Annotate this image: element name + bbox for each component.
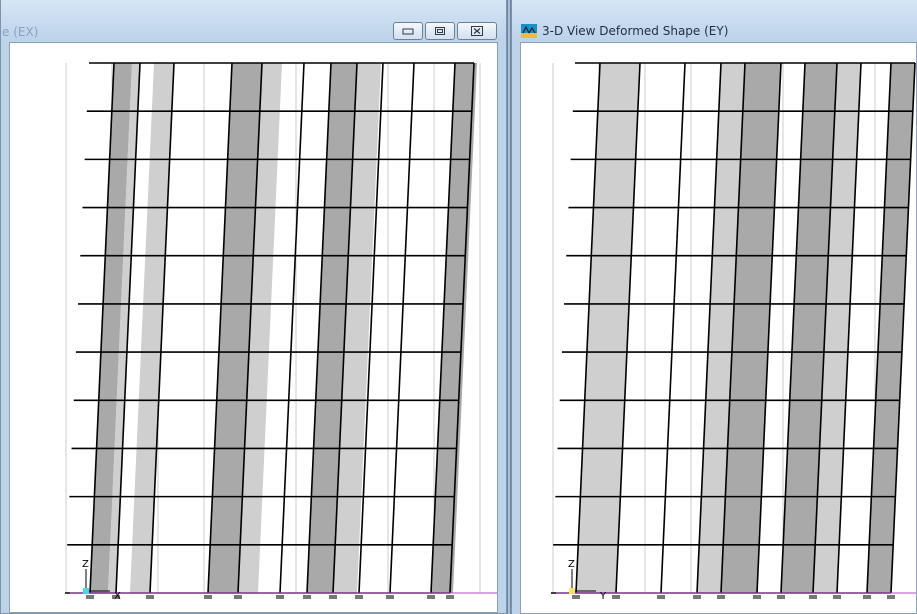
left-window-title: e (EX) xyxy=(2,25,39,39)
support-marker xyxy=(204,595,212,599)
left-window-titlebar[interactable]: e (EX) xyxy=(1,0,506,40)
close-icon xyxy=(458,23,496,39)
support-marker xyxy=(809,595,817,599)
support-marker xyxy=(446,595,454,599)
right-window-title: 3-D View Deformed Shape (EY) xyxy=(542,24,729,38)
close-button[interactable] xyxy=(457,22,497,40)
support-marker xyxy=(887,595,895,599)
app-icon xyxy=(521,23,537,38)
shear-wall xyxy=(867,63,915,593)
support-marker xyxy=(777,595,785,599)
support-marker xyxy=(386,595,394,599)
support-marker xyxy=(146,595,154,599)
right-3d-viewport[interactable]: ZY xyxy=(520,42,917,614)
support-marker xyxy=(276,595,284,599)
axis-label-y: Y xyxy=(599,591,607,602)
right-view-window[interactable]: 3-D View Deformed Shape (EY) ZY xyxy=(511,0,917,614)
support-marker xyxy=(863,595,871,599)
minimize-button[interactable] xyxy=(393,22,423,40)
left-view-window[interactable]: e (EX) ZX xyxy=(0,0,507,614)
column xyxy=(660,62,686,594)
axis-origin xyxy=(83,588,89,594)
support-marker xyxy=(234,595,242,599)
minimize-icon xyxy=(394,23,422,39)
right-window-titlebar[interactable]: 3-D View Deformed Shape (EY) xyxy=(512,0,917,40)
axis-label-z: Z xyxy=(568,559,575,570)
support-marker xyxy=(753,595,761,599)
right-deformed-shape-drawing: ZY xyxy=(551,62,916,602)
support-marker xyxy=(833,595,841,599)
column xyxy=(389,62,415,594)
support-marker xyxy=(572,595,580,599)
support-marker xyxy=(329,595,337,599)
restore-button[interactable] xyxy=(425,22,455,40)
support-marker xyxy=(303,595,311,599)
restore-icon xyxy=(426,23,454,39)
support-marker xyxy=(657,595,665,599)
left-deformed-shape-drawing: ZX xyxy=(65,62,497,602)
axis-origin xyxy=(569,588,575,594)
support-marker xyxy=(693,595,701,599)
column xyxy=(279,62,305,594)
support-marker xyxy=(427,595,435,599)
support-marker xyxy=(355,595,363,599)
support-marker xyxy=(717,595,725,599)
shear-wall xyxy=(576,63,640,593)
support-marker xyxy=(86,595,94,599)
axis-label-x: X xyxy=(114,591,121,602)
left-3d-viewport[interactable]: ZX xyxy=(9,42,498,613)
support-marker xyxy=(612,595,620,599)
axis-label-z: Z xyxy=(82,559,89,570)
